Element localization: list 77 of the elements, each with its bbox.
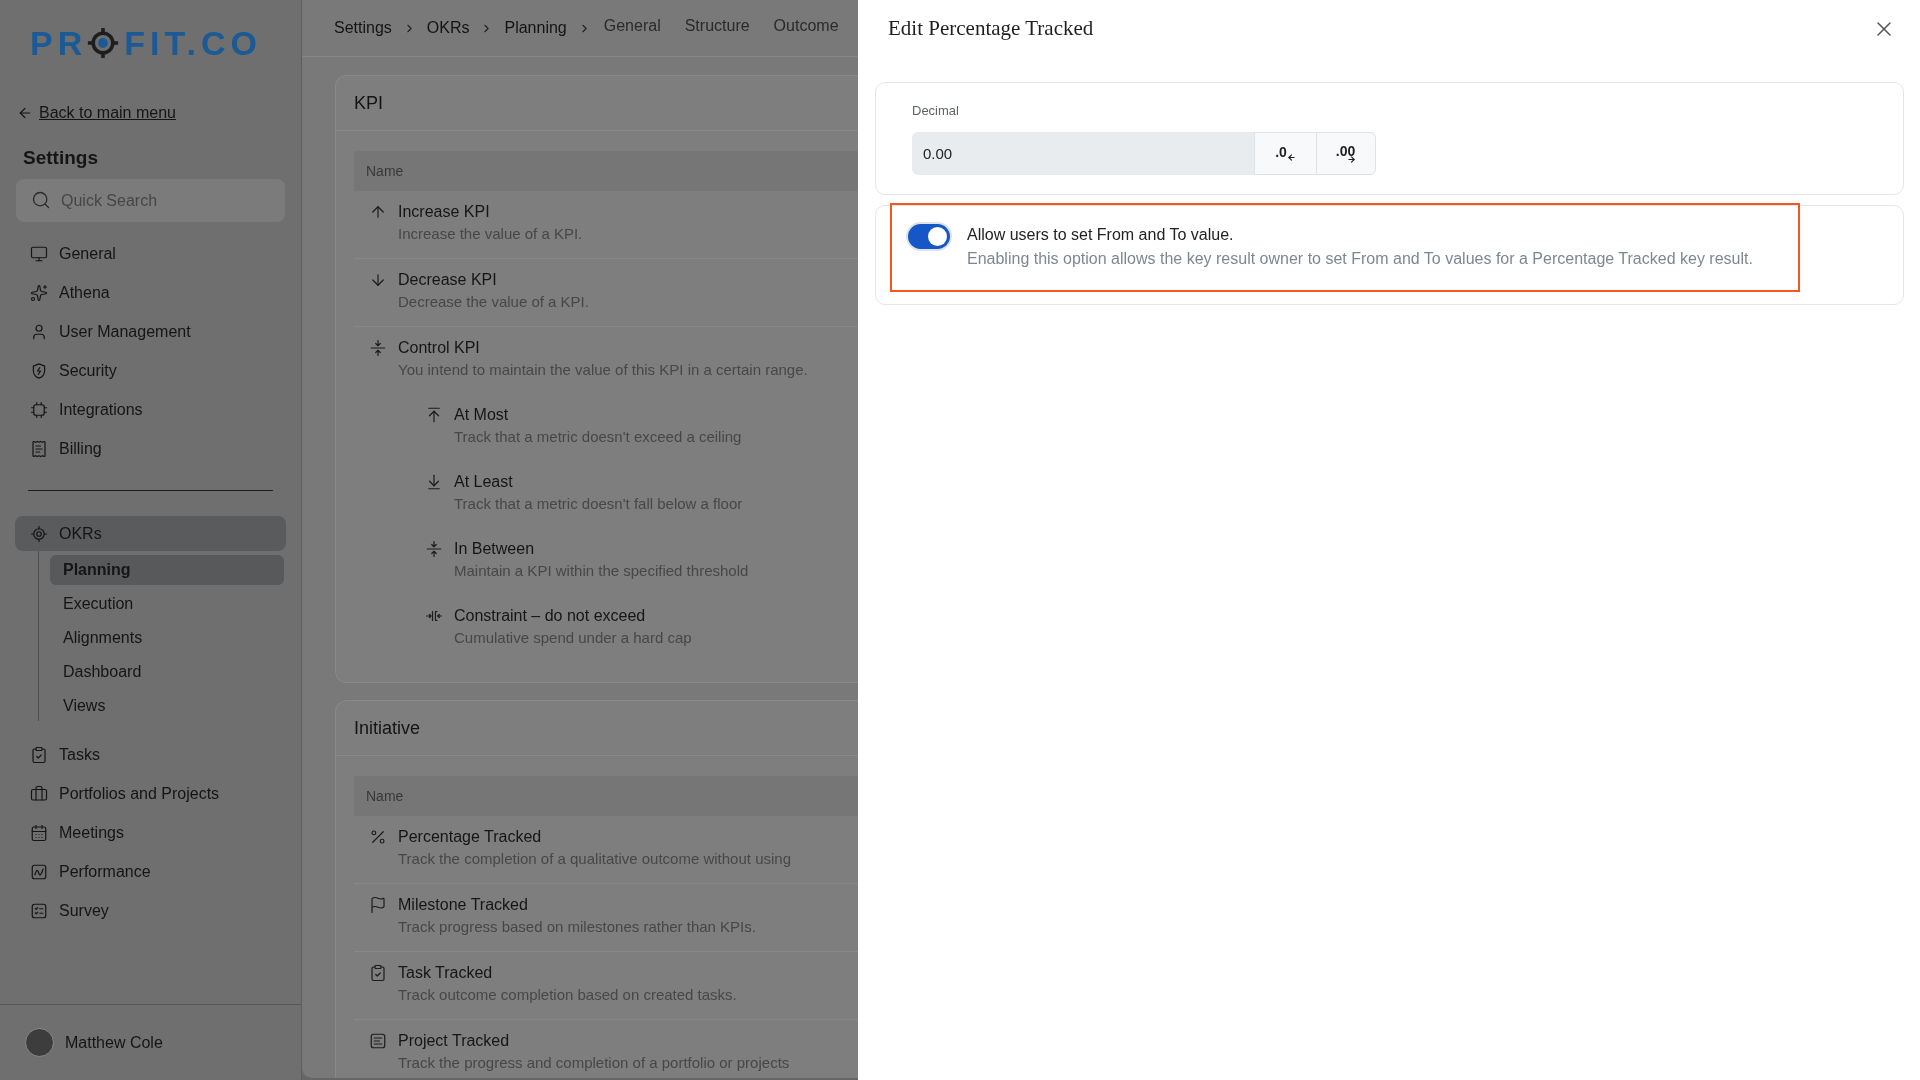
percent-icon — [369, 828, 387, 846]
tab[interactable]: Outcome — [773, 14, 839, 42]
calendar-icon — [30, 823, 48, 842]
tab[interactable]: Structure — [684, 14, 750, 42]
row-title: Percentage Tracked — [398, 827, 543, 847]
logo-text: PR — [30, 25, 88, 61]
decimal-input[interactable]: 0.00 — [912, 132, 1254, 175]
row-title: Control KPI — [398, 338, 481, 358]
option-label: Allow users to set From and To value. — [967, 225, 1234, 245]
arrows-to-line-icon — [369, 339, 387, 357]
row-title: Increase KPI — [398, 202, 491, 222]
row-title: In Between — [454, 539, 536, 559]
briefcase-icon — [30, 784, 48, 803]
nav-item[interactable]: General — [15, 234, 286, 273]
nav-item[interactable]: User Management — [15, 312, 286, 351]
row-title: At Most — [454, 405, 510, 425]
clipboard-check-icon — [30, 745, 48, 764]
card-title: Initiative — [354, 716, 421, 740]
arrow-down-icon — [369, 271, 387, 289]
crosshair-icon — [30, 524, 48, 543]
nav-subitem[interactable]: Execution — [50, 589, 284, 619]
nav-item[interactable]: Meetings — [15, 813, 286, 852]
drawer-title: Edit Percentage Tracked — [888, 15, 1094, 43]
sparkles-icon — [30, 283, 48, 302]
arrow-up-to-line-icon — [425, 406, 443, 424]
nav-item[interactable]: Performance — [15, 852, 286, 891]
breadcrumb-link[interactable]: Settings — [334, 16, 392, 40]
increase-decimal-button[interactable]: .00 — [1316, 132, 1376, 175]
nav-item[interactable]: Security — [15, 351, 286, 390]
chip-icon — [30, 400, 48, 419]
nav-item[interactable]: Portfolios and Projects — [15, 774, 286, 813]
back-link[interactable]: Back to main menu — [39, 103, 176, 123]
user-name: Matthew Cole — [65, 1032, 163, 1053]
arrows-to-line-icon — [425, 540, 443, 558]
user-icon — [30, 322, 48, 341]
row-title: Task Tracked — [398, 963, 494, 983]
row-title: Project Tracked — [398, 1031, 511, 1051]
row-title: At Least — [454, 472, 514, 492]
nav-subitem[interactable]: Planning — [50, 555, 284, 585]
clipboard-check-icon — [369, 964, 387, 982]
flag-icon — [369, 896, 387, 914]
nav-item[interactable]: OKRs — [15, 516, 286, 551]
option-description: Enabling this option allows the key result owner to set From and To values for a Percentage Tracked key result. — [967, 249, 1753, 269]
nav-item[interactable]: Tasks — [15, 735, 286, 774]
avatar-icon — [25, 1028, 54, 1057]
crosshair-icon — [87, 27, 120, 59]
card-title: KPI — [354, 91, 383, 115]
nav-subitem[interactable]: Alignments — [50, 623, 284, 653]
nav-item[interactable]: Integrations — [15, 390, 286, 429]
sidebar-heading: Settings — [22, 146, 99, 170]
column-header: Name — [354, 151, 858, 191]
row-title: Milestone Tracked — [398, 895, 529, 915]
nav-subitem[interactable]: Dashboard — [50, 657, 284, 687]
field-label: Decimal — [912, 102, 959, 120]
breadcrumb-link[interactable]: Planning — [504, 16, 567, 40]
arrow-down-to-line-icon — [425, 473, 443, 491]
nav-item[interactable]: Survey — [15, 891, 286, 930]
column-header: Name — [354, 776, 858, 816]
decrease-decimal-button[interactable]: .0 — [1254, 132, 1316, 175]
toggle-switch[interactable] — [906, 222, 952, 251]
tab[interactable]: General — [603, 14, 661, 42]
receipt-icon — [30, 439, 48, 458]
nav-subitem[interactable]: Views — [50, 691, 284, 721]
line-chart-icon — [30, 862, 48, 881]
row-title: Constraint – do not exceed — [454, 606, 647, 626]
row-title: Decrease KPI — [398, 270, 498, 290]
logo-text: FIT.CO — [124, 25, 262, 61]
monitor-icon — [30, 244, 48, 263]
arrow-left-icon — [1286, 153, 1296, 162]
document-lines-icon — [369, 1032, 387, 1050]
checklist-icon — [30, 901, 48, 920]
shield-icon — [30, 361, 48, 380]
nav-item[interactable]: Billing — [15, 429, 286, 468]
search-icon — [31, 190, 51, 210]
breadcrumb-link[interactable]: OKRs — [426, 16, 470, 40]
nav-item[interactable]: Athena — [15, 273, 286, 312]
arrow-right-icon — [1347, 154, 1357, 164]
